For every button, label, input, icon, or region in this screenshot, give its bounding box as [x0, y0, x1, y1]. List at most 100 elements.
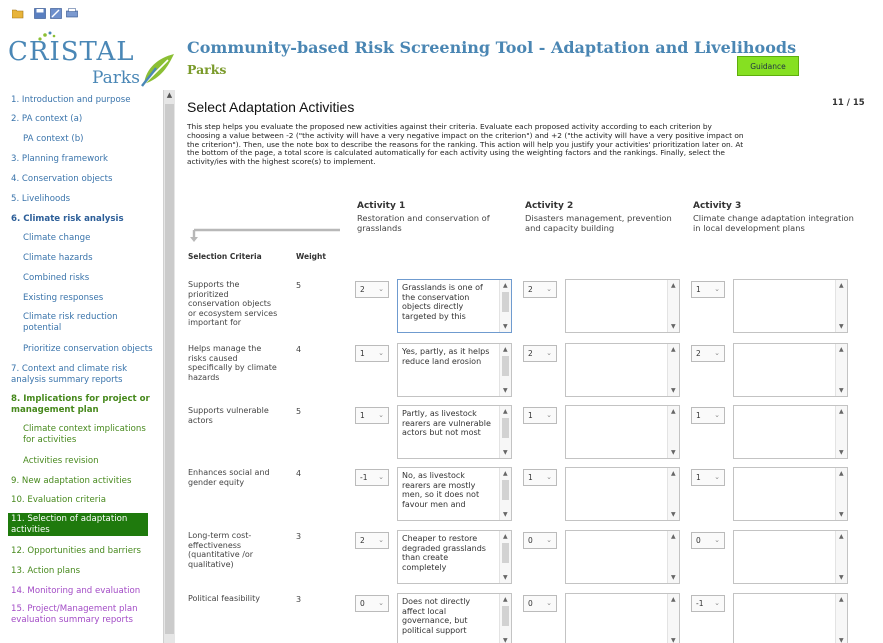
scroll-up-icon[interactable]: ▲ [671, 346, 676, 353]
folder-open-icon[interactable] [12, 8, 24, 19]
scroll-down-icon[interactable]: ▼ [839, 637, 844, 643]
scroll-down-icon[interactable]: ▼ [839, 511, 844, 518]
rating-select-activity-1[interactable]: 0 ⌄ [355, 595, 389, 612]
note-scrollbar[interactable]: ▲ ▼ [499, 531, 511, 583]
print-icon[interactable] [66, 8, 78, 19]
note-textarea-activity-1[interactable]: Does not directly affect local governanc… [397, 593, 512, 643]
note-scrollbar[interactable]: ▲ ▼ [835, 594, 847, 643]
note-scrollbar[interactable]: ▲ ▼ [499, 280, 511, 332]
scroll-up-icon[interactable]: ▲ [839, 533, 844, 540]
note-scrollbar[interactable]: ▲ ▼ [667, 280, 679, 332]
note-textarea-activity-3[interactable]: ▲ ▼ [733, 530, 848, 584]
scroll-down-icon[interactable]: ▼ [503, 387, 508, 394]
note-scrollbar[interactable]: ▲ ▼ [667, 531, 679, 583]
sidebar-scroll-thumb[interactable] [165, 104, 174, 634]
scroll-up-icon[interactable]: ▲ [839, 470, 844, 477]
rating-select-activity-2[interactable]: 1 ⌄ [523, 407, 557, 424]
scroll-down-icon[interactable]: ▼ [503, 323, 508, 330]
sidebar-item-evaluation-criteria[interactable]: 10. Evaluation criteria [11, 495, 106, 506]
note-scrollbar[interactable]: ▲ ▼ [835, 280, 847, 332]
rating-select-activity-3[interactable]: 1 ⌄ [691, 407, 725, 424]
guidance-button[interactable]: Guidance [737, 56, 799, 76]
note-scroll-thumb[interactable] [502, 356, 509, 376]
note-scroll-thumb[interactable] [502, 418, 509, 438]
sidebar-scrollbar[interactable]: ▲ [163, 90, 175, 643]
scroll-down-icon[interactable]: ▼ [671, 387, 676, 394]
rating-select-activity-3[interactable]: 1 ⌄ [691, 469, 725, 486]
note-scrollbar[interactable]: ▲ ▼ [835, 468, 847, 520]
note-scrollbar[interactable]: ▲ ▼ [499, 594, 511, 643]
sidebar-item-new-adaptation-activities[interactable]: 9. New adaptation activities [11, 476, 131, 487]
sidebar-item-evaluation-summary-reports[interactable]: 15. Project/Management plan evaluation s… [11, 604, 161, 625]
note-scrollbar[interactable]: ▲ ▼ [667, 406, 679, 458]
sidebar-item-climate-context-implications[interactable]: Climate context implications for activit… [23, 424, 158, 445]
scroll-up-icon[interactable]: ▲ [503, 470, 508, 477]
scroll-down-icon[interactable]: ▼ [671, 574, 676, 581]
rating-select-activity-1[interactable]: -1 ⌄ [355, 469, 389, 486]
scroll-up-icon[interactable]: ▲ [839, 346, 844, 353]
rating-select-activity-1[interactable]: 2 ⌄ [355, 281, 389, 298]
note-textarea-activity-3[interactable]: ▲ ▼ [733, 343, 848, 397]
note-scrollbar[interactable]: ▲ ▼ [499, 344, 511, 396]
sidebar-item-selection-active[interactable]: 11. Selection of adaptation activities [8, 513, 148, 536]
note-textarea-activity-3[interactable]: ▲ ▼ [733, 467, 848, 521]
scroll-down-icon[interactable]: ▼ [671, 511, 676, 518]
sidebar-item-prioritize-conservation[interactable]: Prioritize conservation objects [23, 344, 153, 355]
scroll-down-icon[interactable]: ▼ [671, 449, 676, 456]
sidebar-item-climate-change[interactable]: Climate change [23, 233, 90, 244]
scroll-down-icon[interactable]: ▼ [671, 637, 676, 643]
sidebar-item-existing-responses[interactable]: Existing responses [23, 293, 103, 304]
scroll-down-icon[interactable]: ▼ [671, 323, 676, 330]
scroll-down-icon[interactable]: ▼ [839, 323, 844, 330]
note-textarea-activity-2[interactable]: ▲ ▼ [565, 467, 680, 521]
sidebar-item-action-plans[interactable]: 13. Action plans [11, 566, 80, 577]
rating-select-activity-3[interactable]: 1 ⌄ [691, 281, 725, 298]
note-textarea-activity-2[interactable]: ▲ ▼ [565, 405, 680, 459]
scroll-down-icon[interactable]: ▼ [839, 387, 844, 394]
sidebar-item-pa-context-b[interactable]: PA context (b) [23, 134, 84, 145]
note-scrollbar[interactable]: ▲ ▼ [499, 468, 511, 520]
note-scrollbar[interactable]: ▲ ▼ [667, 594, 679, 643]
scroll-down-icon[interactable]: ▼ [839, 574, 844, 581]
rating-select-activity-3[interactable]: -1 ⌄ [691, 595, 725, 612]
sidebar-item-conservation-objects[interactable]: 4. Conservation objects [11, 174, 112, 185]
sidebar-item-introduction[interactable]: 1. Introduction and purpose [11, 95, 131, 106]
sidebar-item-activities-revision[interactable]: Activities revision [23, 456, 99, 467]
note-scroll-thumb[interactable] [502, 543, 509, 563]
note-scroll-thumb[interactable] [502, 606, 509, 626]
note-scrollbar[interactable]: ▲ ▼ [835, 531, 847, 583]
note-textarea-activity-1[interactable]: No, as livestock rearers are mostly men,… [397, 467, 512, 521]
scroll-down-icon[interactable]: ▼ [503, 637, 508, 643]
scroll-up-icon[interactable]: ▲ [671, 282, 676, 289]
note-scrollbar[interactable]: ▲ ▼ [835, 406, 847, 458]
note-textarea-activity-1[interactable]: Cheaper to restore degraded grasslands t… [397, 530, 512, 584]
edit-icon[interactable] [50, 8, 62, 19]
note-textarea-activity-3[interactable]: ▲ ▼ [733, 405, 848, 459]
note-textarea-activity-3[interactable]: ▲ ▼ [733, 279, 848, 333]
scroll-down-icon[interactable]: ▼ [503, 511, 508, 518]
rating-select-activity-2[interactable]: 1 ⌄ [523, 469, 557, 486]
scroll-up-icon[interactable]: ▲ [839, 408, 844, 415]
sidebar-item-livelihoods[interactable]: 5. Livelihoods [11, 194, 70, 205]
sidebar-item-pa-context-a[interactable]: 2. PA context (a) [11, 114, 82, 125]
note-scrollbar[interactable]: ▲ ▼ [499, 406, 511, 458]
scroll-up-icon[interactable]: ▲ [671, 408, 676, 415]
scroll-up-icon[interactable]: ▲ [503, 346, 508, 353]
rating-select-activity-1[interactable]: 1 ⌄ [355, 345, 389, 362]
sidebar-item-planning-framework[interactable]: 3. Planning framework [11, 154, 108, 165]
scroll-up-icon[interactable]: ▲ [503, 282, 508, 289]
scroll-up-icon[interactable]: ▲ [503, 533, 508, 540]
sidebar-item-summary-reports[interactable]: 7. Context and climate risk analysis sum… [11, 364, 161, 385]
scroll-up-icon[interactable]: ▲ [671, 596, 676, 603]
scroll-down-icon[interactable]: ▼ [503, 449, 508, 456]
rating-select-activity-2[interactable]: 0 ⌄ [523, 532, 557, 549]
scroll-up-icon[interactable]: ▲ [671, 533, 676, 540]
rating-select-activity-1[interactable]: 1 ⌄ [355, 407, 389, 424]
sidebar-item-climate-hazards[interactable]: Climate hazards [23, 253, 93, 264]
sidebar-item-implications[interactable]: 8. Implications for project or managemen… [11, 394, 161, 415]
note-textarea-activity-1[interactable]: Yes, partly, as it helps reduce land ero… [397, 343, 512, 397]
scroll-up-icon[interactable]: ▲ [671, 470, 676, 477]
note-textarea-activity-3[interactable]: ▲ ▼ [733, 593, 848, 643]
sidebar-item-risk-reduction-potential[interactable]: Climate risk reduction potential [23, 312, 143, 333]
scroll-up-icon[interactable]: ▲ [503, 408, 508, 415]
